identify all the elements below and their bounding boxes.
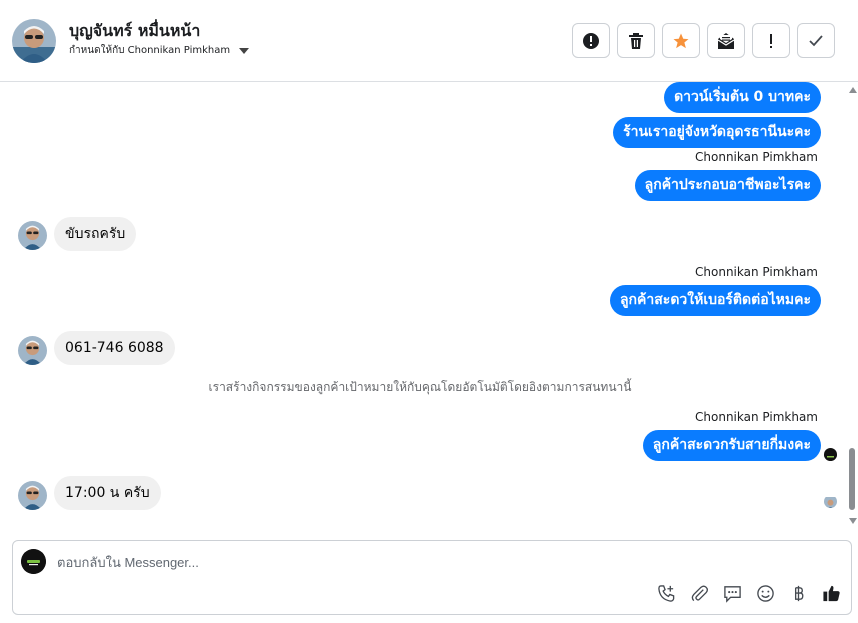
scrollbar[interactable] — [848, 82, 858, 532]
outgoing-message: ลูกค้าสะดวกรับสายกี่มงคะ — [642, 430, 821, 461]
contact-avatar — [18, 221, 47, 250]
reply-composer — [12, 540, 852, 615]
thumbs-up-icon[interactable] — [822, 584, 841, 603]
contact-avatar — [18, 336, 47, 365]
scroll-down-icon[interactable] — [849, 518, 857, 524]
conversation-header: บุญจันทร์ หมื่นหน้า กำหนดให้กับ Chonnika… — [0, 0, 858, 82]
check-icon — [809, 34, 823, 46]
trash-icon — [629, 32, 643, 49]
message-thread[interactable]: ดาวน์เริ่มต้น 0 บาทคะ ร้านเราอยู่จังหวัด… — [0, 82, 848, 532]
outgoing-message: ลูกค้าสะดวให้เบอร์ติดต่อไหมคะ — [609, 285, 821, 316]
exclamation-icon — [770, 33, 772, 48]
envelope-icon — [717, 32, 735, 49]
scroll-up-icon[interactable] — [849, 87, 857, 93]
mark-unread-button[interactable] — [707, 23, 745, 58]
contact-avatar[interactable] — [12, 19, 56, 63]
system-note: เราสร้างกิจกรรมของลูกค้าเป้าหมายให้กับคุ… — [208, 380, 632, 394]
scrollbar-thumb[interactable] — [849, 448, 855, 510]
emoji-icon[interactable] — [756, 584, 775, 603]
page-avatar — [21, 549, 46, 574]
phone-plus-icon[interactable] — [657, 584, 676, 603]
caret-down-icon — [239, 47, 250, 54]
star-icon — [673, 33, 689, 48]
reply-input[interactable] — [57, 552, 657, 572]
outgoing-message: ดาวน์เริ่มต้น 0 บาทคะ — [664, 82, 821, 113]
assignee-dropdown[interactable]: กำหนดให้กับ Chonnikan Pimkham — [69, 43, 250, 58]
baht-icon[interactable] — [789, 584, 808, 603]
assignee-label: กำหนดให้กับ Chonnikan Pimkham — [69, 45, 231, 56]
contact-name: บุญจันทร์ หมื่นหน้า — [69, 21, 201, 40]
saved-reply-icon[interactable] — [723, 584, 742, 603]
page-seen-icon — [824, 448, 837, 461]
delete-button[interactable] — [617, 23, 655, 58]
incoming-message: 17:00 น ครับ — [54, 476, 161, 510]
follow-up-button[interactable] — [752, 23, 790, 58]
contact-avatar — [18, 481, 47, 510]
sender-name: Chonnikan Pimkham — [695, 150, 818, 164]
outgoing-message: ร้านเราอยู่จังหวัดอุดรธานีนะคะ — [613, 117, 821, 148]
sender-name: Chonnikan Pimkham — [695, 265, 818, 279]
sender-name: Chonnikan Pimkham — [695, 410, 818, 424]
paperclip-icon[interactable] — [690, 584, 709, 603]
exclamation-circle-icon — [583, 32, 599, 49]
star-button[interactable] — [662, 23, 700, 58]
contact-seen-icon — [824, 495, 837, 508]
incoming-message: 061-746 6088 — [54, 331, 175, 365]
spam-button[interactable] — [572, 23, 610, 58]
done-button[interactable] — [797, 23, 835, 58]
outgoing-message: ลูกค้าประกอบอาชีพอะไรคะ — [634, 170, 821, 201]
incoming-message: ขับรถครับ — [54, 217, 137, 251]
